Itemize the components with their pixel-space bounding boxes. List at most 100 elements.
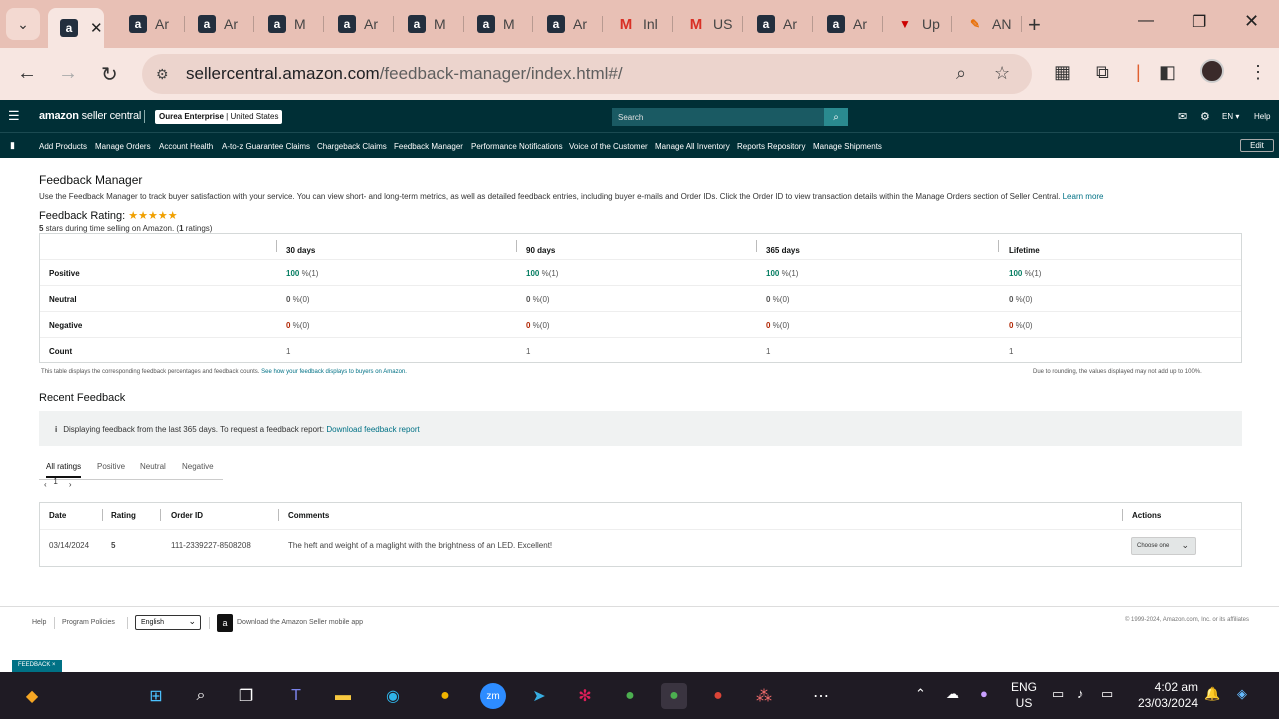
url-text[interactable]: sellercentral.amazon.com/feedback-manage… [186, 64, 623, 84]
browser-tab[interactable]: a Ar [745, 8, 813, 40]
prev-page-icon[interactable]: ‹ [44, 480, 47, 489]
zoom-app-icon[interactable]: zm [480, 683, 506, 709]
network-icon[interactable]: ▭ [1052, 686, 1064, 702]
more-apps-icon[interactable]: ⋯ [808, 683, 834, 709]
battery-icon[interactable]: ▭ [1101, 686, 1113, 702]
profile-avatar[interactable] [1200, 59, 1224, 83]
metric-value: 100 [286, 269, 300, 278]
download-report-link[interactable]: Download feedback report [326, 425, 419, 434]
chrome-active-icon[interactable]: ● [661, 683, 687, 709]
file-explorer-icon[interactable]: ▬ [330, 683, 356, 709]
notification-icon[interactable]: 🔔 [1204, 686, 1220, 702]
clock[interactable]: 4:02 am 23/03/2024 [1134, 679, 1198, 711]
slack-icon[interactable]: ✻ [572, 683, 598, 709]
microphone-icon[interactable]: ● [980, 686, 988, 701]
nav-item[interactable]: Feedback Manager [394, 142, 463, 151]
qr-code-icon[interactable]: ▦ [1054, 62, 1071, 83]
bookmark-icon[interactable]: ▮ [10, 140, 15, 151]
address-bar[interactable]: ⚙ sellercentral.amazon.com/feedback-mana… [142, 54, 1032, 94]
gear-icon[interactable]: ⚙ [1200, 110, 1210, 123]
restore-button[interactable]: ❐ [1192, 12, 1206, 32]
browser-tab[interactable]: a Ar [117, 8, 185, 40]
search-button[interactable]: ⌕ [824, 108, 848, 126]
minimize-button[interactable]: — [1138, 12, 1154, 30]
bookmark-star-icon[interactable]: ☆ [994, 63, 1010, 84]
close-icon[interactable]: ✕ [90, 19, 103, 37]
browser-tab[interactable]: aM [465, 8, 533, 40]
browser-tab[interactable]: M Inl [605, 8, 673, 40]
program-policies-link[interactable]: Program Policies [62, 619, 115, 626]
forward-button[interactable]: → [58, 62, 78, 85]
zoom-icon[interactable]: ⌕ [956, 63, 966, 84]
chrome-profile-2-icon[interactable]: ● [705, 683, 731, 709]
language-selector[interactable]: EN ▾ [1222, 112, 1239, 121]
seller-app-icon[interactable]: a [217, 614, 233, 632]
tab-search-button[interactable]: ⌄ [6, 8, 40, 40]
browser-tab[interactable]: aM [256, 8, 324, 40]
browser-tab[interactable]: aM [396, 8, 464, 40]
chrome-icon[interactable]: ● [432, 683, 458, 709]
hamburger-menu-icon[interactable]: ☰ [8, 108, 20, 124]
filter-tab-positive[interactable]: Positive [97, 462, 125, 471]
cloud-icon[interactable]: ☁ [946, 686, 959, 702]
close-window-button[interactable]: ✕ [1244, 11, 1259, 32]
back-button[interactable]: ← [17, 62, 37, 85]
chevron-up-icon[interactable]: ⌃ [915, 686, 926, 702]
reload-button[interactable]: ↻ [101, 62, 118, 87]
telegram-icon[interactable]: ➤ [526, 683, 552, 709]
learn-more-link[interactable]: Learn more [1063, 192, 1104, 201]
copilot-icon[interactable]: ◈ [1237, 686, 1247, 702]
help-link[interactable]: Help [1254, 112, 1270, 121]
mail-icon[interactable]: ✉ [1178, 110, 1187, 123]
task-view-icon[interactable]: ❐ [233, 683, 259, 709]
page-number[interactable]: 1 [53, 477, 57, 486]
asana-icon[interactable]: ⁂ [751, 683, 777, 709]
browser-tab[interactable]: ▼ Up [884, 8, 952, 40]
browser-tab[interactable]: a Ar [535, 8, 603, 40]
nav-item[interactable]: Performance Notifications [471, 142, 563, 151]
side-panel-icon[interactable]: ◧ [1159, 62, 1176, 83]
filter-tab-neutral[interactable]: Neutral [140, 462, 166, 471]
nav-item[interactable]: Manage Shipments [813, 142, 882, 151]
store-switcher[interactable]: Ourea Enterprise | United States [155, 110, 283, 124]
windows-start-icon[interactable]: ⊞ [143, 683, 169, 709]
volume-icon[interactable]: ♪ [1077, 686, 1084, 701]
buyer-display-link[interactable]: See how your feedback displays to buyers… [259, 369, 407, 375]
teams-icon[interactable]: T [283, 683, 309, 709]
browser-tab[interactable]: a Ar [186, 8, 254, 40]
nav-item[interactable]: Manage All Inventory [655, 142, 730, 151]
nav-item[interactable]: Voice of the Customer [569, 142, 648, 151]
footer-help-link[interactable]: Help [32, 619, 46, 626]
widgets-icon[interactable]: ◆ [19, 683, 45, 709]
footer-language-select[interactable]: English ⌄ [135, 615, 201, 630]
browser-tab[interactable]: ✎ AN [954, 8, 1022, 40]
nav-item[interactable]: Chargeback Claims [317, 142, 387, 151]
filter-tab-all-ratings[interactable]: All ratings [46, 462, 82, 478]
seller-central-logo[interactable]: amazon seller central [39, 110, 141, 122]
next-page-icon[interactable]: › [69, 480, 72, 489]
browser-tab[interactable]: M US [675, 8, 743, 40]
search-icon[interactable]: ⌕ [188, 683, 214, 709]
chrome-profile-icon[interactable]: ● [617, 683, 643, 709]
download-app-link[interactable]: Download the Amazon Seller mobile app [237, 619, 363, 626]
browser-tab[interactable]: a Ar [326, 8, 394, 40]
feedback-tag[interactable]: FEEDBACK × [12, 660, 62, 672]
nav-item[interactable]: Reports Repository [737, 142, 805, 151]
order-id-link[interactable]: 111-2339227-8508208 [171, 541, 251, 550]
menu-icon[interactable]: ⋮ [1249, 62, 1267, 83]
input-language[interactable]: ENG US [1010, 679, 1038, 711]
nav-item[interactable]: Add Products [39, 142, 87, 151]
nav-item[interactable]: Account Health [159, 142, 213, 151]
site-info-icon[interactable]: ⚙ [156, 66, 176, 83]
browser-tab[interactable]: a ✕ [48, 8, 104, 48]
extensions-icon[interactable]: ⧉ [1096, 62, 1109, 83]
browser-tab[interactable]: a Ar [815, 8, 883, 40]
new-tab-button[interactable]: + [1028, 12, 1041, 38]
edge-icon[interactable]: ◉ [380, 683, 406, 709]
filter-tab-negative[interactable]: Negative [182, 462, 214, 471]
action-dropdown[interactable]: Choose one ⌄ [1131, 537, 1196, 555]
nav-item[interactable]: Manage Orders [95, 142, 151, 151]
edit-nav-button[interactable]: Edit [1240, 139, 1274, 152]
nav-item[interactable]: A-to-z Guarantee Claims [222, 142, 310, 151]
search-input[interactable]: Search [612, 108, 824, 126]
